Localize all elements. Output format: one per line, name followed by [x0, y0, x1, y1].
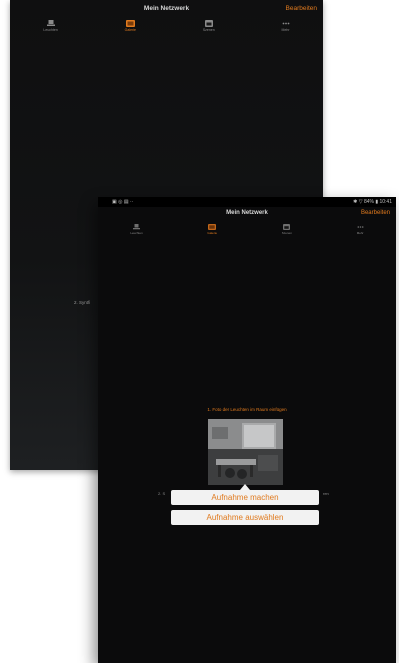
tab-label: Galerie — [124, 28, 136, 32]
scenes-icon — [204, 20, 213, 27]
take-photo-button[interactable]: Aufnahme machen — [171, 490, 319, 505]
gallery-icon — [208, 224, 217, 230]
step-2-text-end: ren — [323, 491, 329, 496]
status-bar: ▣ ◎ ▤ ·· ✱ ▽ 84% ▮ 10:41 — [98, 197, 396, 207]
tab-label: Szenen — [202, 28, 215, 32]
tab-mehr[interactable]: Mehr — [282, 20, 290, 32]
tab-galerie[interactable]: Galerie — [125, 20, 136, 32]
tab-bar: Leuchten Galerie Szenen Mehr — [10, 20, 323, 32]
step-2-text: 2. Syntfi — [74, 300, 91, 305]
tab-label: Leuchten — [130, 231, 143, 235]
tab-label: Szenen — [281, 231, 292, 235]
step-1-text: 1. Foto der Leuchten im Raum einfügen — [207, 407, 287, 412]
tab-label: Galerie — [207, 231, 218, 235]
front-device-screen: ▣ ◎ ▤ ·· ✱ ▽ 84% ▮ 10:41 Mein Netzwerk B… — [98, 197, 396, 663]
step-2-text: 2. S — [158, 491, 166, 496]
tab-leuchten[interactable]: Leuchten — [43, 20, 58, 32]
more-icon — [282, 22, 289, 25]
scenes-icon — [283, 224, 291, 230]
page-title: Mein Netzwerk — [226, 210, 268, 216]
tab-szenen[interactable]: Szenen — [203, 20, 215, 32]
tab-label: Leuchten — [43, 28, 58, 32]
more-icon — [357, 226, 364, 228]
tab-leuchten[interactable]: Leuchten — [130, 224, 143, 235]
tab-szenen[interactable]: Szenen — [282, 224, 292, 235]
edit-button[interactable]: Bearbeiten — [361, 210, 390, 216]
edit-button[interactable]: Bearbeiten — [286, 5, 317, 12]
lamp-icon — [46, 20, 55, 26]
tab-label: Mehr — [356, 231, 364, 235]
status-icons-right: ✱ ▽ 84% ▮ 10:41 — [353, 199, 392, 205]
lamp-icon — [133, 224, 141, 230]
room-photo-image — [208, 419, 283, 485]
status-icons-left: ▣ ◎ ▤ ·· — [112, 199, 134, 205]
choose-photo-button[interactable]: Aufnahme auswählen — [171, 510, 319, 525]
tab-bar: Leuchten Galerie Szenen Mehr — [98, 224, 396, 235]
tab-mehr[interactable]: Mehr — [357, 224, 364, 235]
room-photo[interactable] — [208, 419, 283, 485]
page-title: Mein Netzwerk — [143, 5, 190, 12]
tab-label: Mehr — [281, 28, 290, 32]
tab-galerie[interactable]: Galerie — [207, 224, 217, 235]
gallery-icon — [125, 20, 135, 27]
